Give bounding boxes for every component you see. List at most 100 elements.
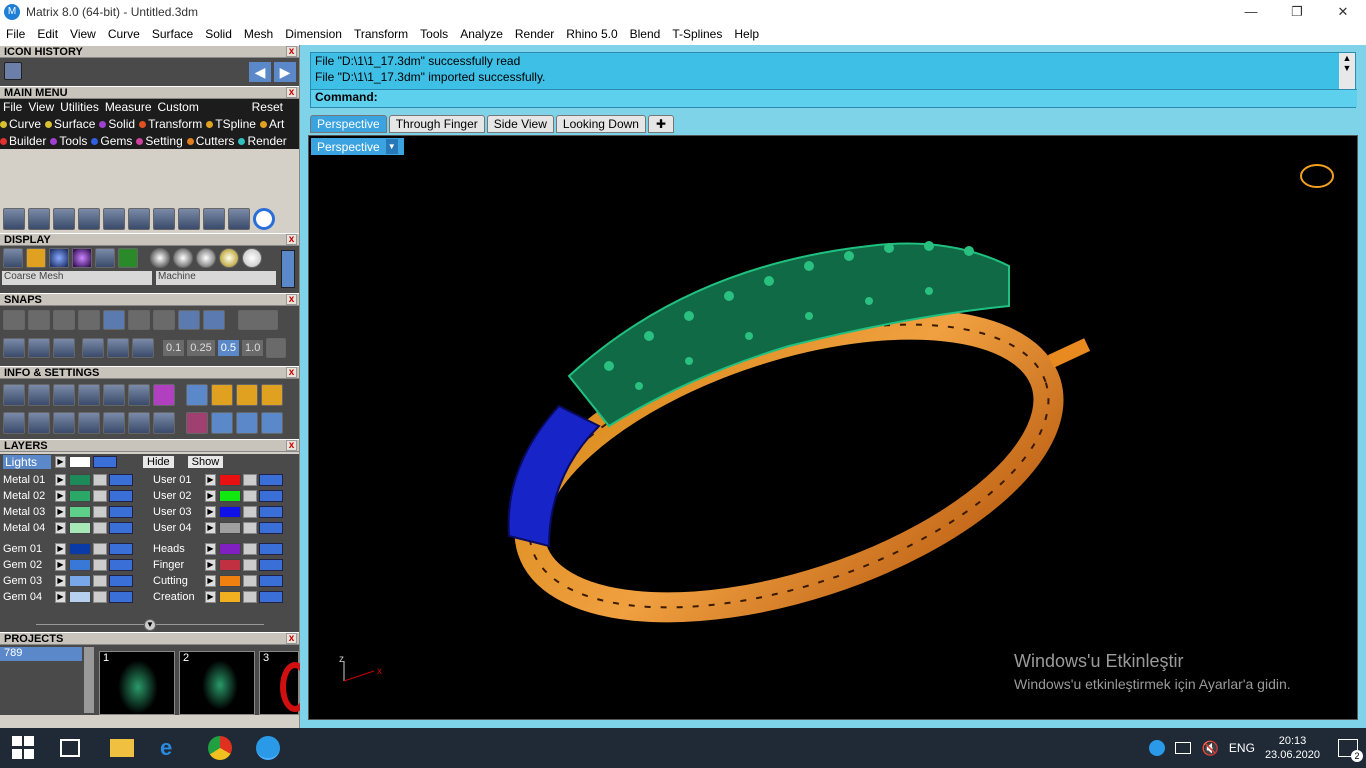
lock-icon[interactable]: [93, 543, 107, 555]
layer-visibility[interactable]: [109, 490, 133, 502]
snap-int-icon[interactable]: [128, 310, 150, 330]
mm-solid[interactable]: Solid: [99, 117, 139, 131]
tab-side-view[interactable]: Side View: [486, 115, 554, 133]
history-tool-icon[interactable]: [4, 62, 22, 80]
matrix-taskbar-icon[interactable]: [256, 736, 280, 760]
snap-quad-icon[interactable]: [203, 310, 225, 330]
chevron-right-icon[interactable]: ▶: [55, 575, 66, 587]
lock-icon[interactable]: [93, 591, 107, 603]
gumball-icon[interactable]: [107, 338, 129, 358]
lights-layer-row[interactable]: Lights ▶ Hide Show: [0, 454, 299, 470]
chevron-right-icon[interactable]: ▶: [55, 506, 66, 518]
show-button[interactable]: Show: [187, 456, 224, 468]
layer-color[interactable]: [69, 522, 91, 534]
snap-value-0.1[interactable]: 0.1: [163, 340, 185, 356]
chevron-right-icon[interactable]: ▶: [205, 543, 216, 555]
project-thumbnail[interactable]: 1: [99, 651, 175, 715]
lock-icon[interactable]: [93, 506, 107, 518]
lock-icon[interactable]: [93, 522, 107, 534]
filter-icon[interactable]: [103, 412, 125, 434]
chevron-right-icon[interactable]: ▶: [205, 575, 216, 587]
layer-visibility[interactable]: [259, 506, 283, 518]
project-thumbnail[interactable]: 2: [179, 651, 255, 715]
layer-row[interactable]: Gem 01 ▶: [0, 541, 150, 557]
snap-perp-icon[interactable]: [153, 310, 175, 330]
lock-icon[interactable]: [93, 575, 107, 587]
layer-visibility[interactable]: [259, 591, 283, 603]
main-menu-measure[interactable]: Measure: [102, 100, 155, 114]
environment-icon[interactable]: [95, 248, 115, 268]
chevron-right-icon[interactable]: ▶: [205, 490, 216, 502]
hide-button[interactable]: Hide: [143, 456, 174, 468]
close-icon[interactable]: x: [286, 633, 297, 644]
menu-curve[interactable]: Curve: [102, 27, 146, 41]
notes-icon[interactable]: [103, 384, 125, 406]
layer-visibility[interactable]: [109, 506, 133, 518]
layer-row[interactable]: Metal 03 ▶: [0, 504, 150, 520]
main-menu-utilities[interactable]: Utilities: [57, 100, 102, 114]
lock-icon[interactable]: [93, 559, 107, 571]
lock-icon[interactable]: [243, 522, 257, 534]
chevron-right-icon[interactable]: ▶: [55, 543, 66, 555]
object-tool-icon[interactable]: [3, 208, 25, 230]
edge-icon[interactable]: e: [160, 736, 184, 760]
link-tool-icon[interactable]: [178, 208, 200, 230]
light-icon[interactable]: [186, 384, 208, 406]
close-icon[interactable]: x: [286, 440, 297, 451]
settings-icon[interactable]: [3, 384, 25, 406]
snap-grid-icon[interactable]: [266, 338, 287, 358]
snap-value-1.0[interactable]: 1.0: [242, 340, 264, 356]
layer-color[interactable]: [69, 575, 91, 587]
layer-visibility[interactable]: [259, 522, 283, 534]
box-snap-icon[interactable]: [28, 338, 50, 358]
mm-render[interactable]: Render: [238, 134, 290, 148]
snap-value-0.5[interactable]: 0.5: [217, 340, 240, 356]
viewports-icon[interactable]: [3, 412, 25, 434]
crosshair-icon[interactable]: [211, 412, 233, 434]
layer-color[interactable]: [219, 490, 241, 502]
layers-icon[interactable]: [53, 384, 75, 406]
layer-color[interactable]: [219, 474, 241, 486]
menu-view[interactable]: View: [64, 27, 102, 41]
nav-gizmo-icon[interactable]: [1300, 164, 1334, 188]
volume-icon[interactable]: 🔇: [1201, 740, 1218, 757]
chevron-right-icon[interactable]: ▶: [55, 490, 66, 502]
chevron-right-icon[interactable]: ▶: [205, 522, 216, 534]
matrix-tray-icon[interactable]: [1149, 740, 1166, 756]
menu-tsplines[interactable]: T-Splines: [666, 27, 728, 41]
display-slider[interactable]: [281, 250, 295, 288]
close-icon[interactable]: x: [286, 234, 297, 245]
crosshair2-icon[interactable]: [236, 412, 258, 434]
chevron-right-icon[interactable]: ▶: [55, 474, 66, 486]
layer-row[interactable]: Cutting ▶: [150, 573, 300, 589]
layer-color[interactable]: [219, 522, 241, 534]
lock-icon[interactable]: [243, 506, 257, 518]
layer-color[interactable]: [69, 591, 91, 603]
tab-through-finger[interactable]: Through Finger: [388, 115, 485, 133]
perspective-viewport[interactable]: Perspective ▼ z x Windows'u Etkinleştir …: [308, 135, 1358, 720]
history-back-icon[interactable]: ◀: [249, 62, 271, 82]
layer-row[interactable]: User 03 ▶: [150, 504, 300, 520]
layer-color[interactable]: [69, 559, 91, 571]
chevron-down-icon[interactable]: ▼: [144, 619, 156, 631]
menu-analyze[interactable]: Analyze: [454, 27, 509, 41]
snap-value-0.25[interactable]: 0.25: [187, 340, 215, 356]
lock-icon[interactable]: [243, 543, 257, 555]
layer-visibility[interactable]: [109, 559, 133, 571]
layer-row[interactable]: Metal 01 ▶: [0, 472, 150, 488]
text-icon[interactable]: [153, 412, 175, 434]
layer-row[interactable]: Metal 04 ▶: [0, 520, 150, 536]
project-item[interactable]: 789: [0, 647, 82, 661]
frame-icon[interactable]: [211, 384, 233, 406]
close-icon[interactable]: x: [286, 367, 297, 378]
layer-color[interactable]: [219, 506, 241, 518]
layer-color[interactable]: [69, 543, 91, 555]
chevron-right-icon[interactable]: ▶: [55, 591, 66, 603]
menu-mesh[interactable]: Mesh: [238, 27, 279, 41]
inspect-icon[interactable]: [28, 384, 50, 406]
close-icon[interactable]: x: [286, 46, 297, 57]
layer-visibility[interactable]: [93, 456, 117, 468]
menu-surface[interactable]: Surface: [146, 27, 199, 41]
snap-end-icon[interactable]: [3, 310, 25, 330]
mm-gems[interactable]: Gems: [91, 134, 136, 148]
